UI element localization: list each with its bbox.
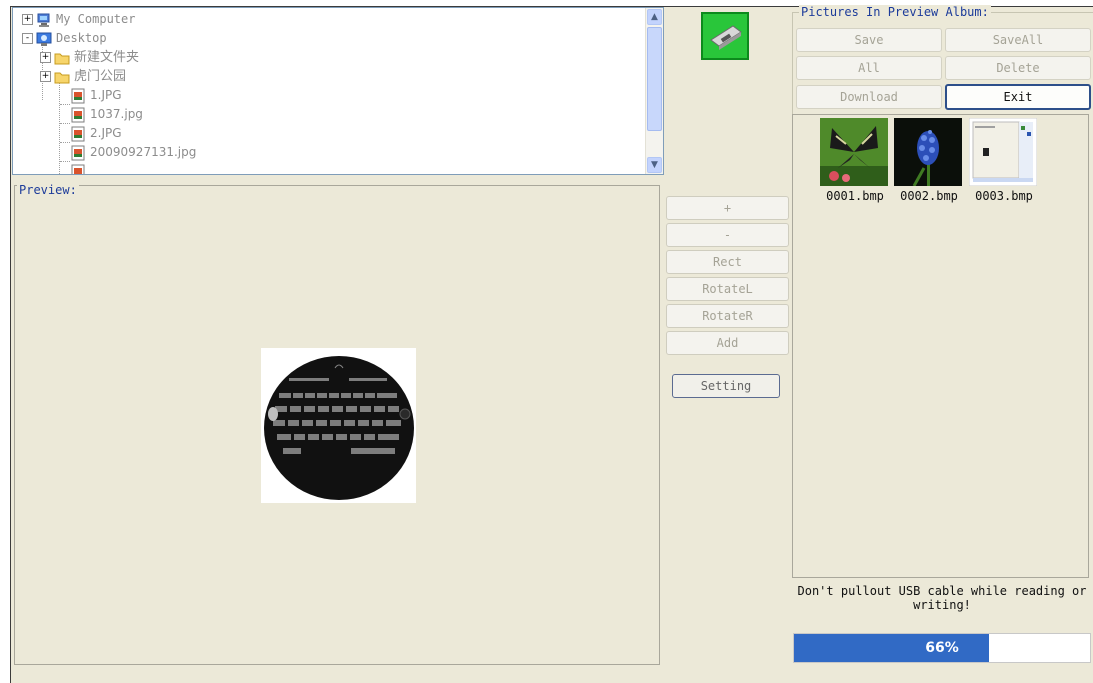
tree-connector <box>60 123 70 124</box>
exit-button[interactable]: Exit <box>945 84 1091 110</box>
transfer-progress-bar: 66% <box>793 633 1091 663</box>
setting-button[interactable]: Setting <box>672 374 780 398</box>
image-file-icon <box>71 145 85 160</box>
thumbnail-name: 0003.bmp <box>975 189 1033 203</box>
tree-item-folder[interactable]: + 新建文件夹 <box>40 48 139 67</box>
zoom-out-button[interactable]: - <box>666 223 789 247</box>
usb-warning-message: Don't pullout USB cable while reading or… <box>797 584 1087 612</box>
rect-button[interactable]: Rect <box>666 250 789 274</box>
delete-button[interactable]: Delete <box>945 56 1091 80</box>
rotate-right-button[interactable]: RotateR <box>666 304 789 328</box>
connect-device-button[interactable] <box>701 12 749 60</box>
zoom-in-button[interactable]: + <box>666 196 789 220</box>
tree-scrollbar[interactable]: ▲ ▼ <box>645 8 663 174</box>
rotate-left-button[interactable]: RotateL <box>666 277 789 301</box>
scroll-down-icon[interactable]: ▼ <box>647 157 662 173</box>
tree-item-label: 1037.jpg <box>90 107 143 121</box>
tree-item-label: 虎门公园 <box>74 69 127 84</box>
tree-item-file[interactable]: 1037.jpg <box>70 105 143 124</box>
expand-icon[interactable]: + <box>40 52 51 63</box>
save-button[interactable]: Save <box>796 28 942 52</box>
tree-connector <box>60 104 70 105</box>
keyboard-picture <box>264 356 414 500</box>
preview-panel: Preview: <box>14 183 660 665</box>
thumbnail-name: 0002.bmp <box>900 189 958 203</box>
select-all-button[interactable]: All <box>796 56 942 80</box>
desktop-icon <box>36 32 52 46</box>
screenshot-thumbnail <box>969 118 1037 186</box>
tree-item-file-partial[interactable] <box>70 162 90 174</box>
tree-item-desktop[interactable]: - Desktop <box>22 29 107 48</box>
preview-title: Preview: <box>17 183 79 197</box>
tree-item-label: Desktop <box>56 31 107 45</box>
flower-thumbnail <box>894 118 962 186</box>
tree-item-label: 1.JPG <box>90 88 122 102</box>
thumbnail-item[interactable]: 0002.bmp <box>894 118 964 203</box>
tree-item-folder[interactable]: + 虎门公园 <box>40 67 126 86</box>
tree-connector <box>60 161 70 162</box>
thumbnail-item[interactable]: 0003.bmp <box>969 118 1039 203</box>
tree-item-label: 新建文件夹 <box>74 50 140 65</box>
tree-item-file[interactable]: 20090927131.jpg <box>70 143 196 162</box>
folder-icon <box>54 72 70 83</box>
butterfly-thumbnail <box>820 118 888 186</box>
usb-device-icon <box>710 25 742 50</box>
computer-icon <box>37 13 50 27</box>
image-file-icon <box>71 126 85 141</box>
album-title: Pictures In Preview Album: <box>799 5 991 19</box>
expand-icon[interactable]: + <box>40 71 51 82</box>
scroll-thumb[interactable] <box>647 27 662 131</box>
tree-item-label: My Computer <box>56 12 136 26</box>
image-file-icon <box>71 107 85 122</box>
add-button[interactable]: Add <box>666 331 789 355</box>
tree-item-my-computer[interactable]: + My Computer <box>22 10 135 29</box>
download-button[interactable]: Download <box>796 85 942 109</box>
tree-item-file[interactable]: 1.JPG <box>70 86 122 105</box>
scroll-up-icon[interactable]: ▲ <box>647 9 662 25</box>
tree-item-file[interactable]: 2.JPG <box>70 124 122 143</box>
tree-connector <box>60 142 70 143</box>
tree-item-label: 20090927131.jpg <box>90 145 197 159</box>
preview-image <box>261 348 416 503</box>
thumbnail-item[interactable]: 0001.bmp <box>820 118 890 203</box>
folder-tree[interactable]: + My Computer - Desktop + 新建文件夹 + 虎门公园 1… <box>12 7 664 175</box>
thumbnail-name: 0001.bmp <box>826 189 884 203</box>
save-all-button[interactable]: SaveAll <box>945 28 1091 52</box>
image-file-icon <box>71 88 85 103</box>
folder-icon <box>54 53 70 64</box>
expand-icon[interactable]: + <box>22 14 33 25</box>
progress-label: 66% <box>925 640 959 656</box>
album-thumbnail-list[interactable]: 0001.bmp 0002.bmp 0003.bmp <box>792 114 1089 578</box>
image-file-icon <box>71 164 85 174</box>
collapse-icon[interactable]: - <box>22 33 33 44</box>
tree-item-label: 2.JPG <box>90 126 122 140</box>
